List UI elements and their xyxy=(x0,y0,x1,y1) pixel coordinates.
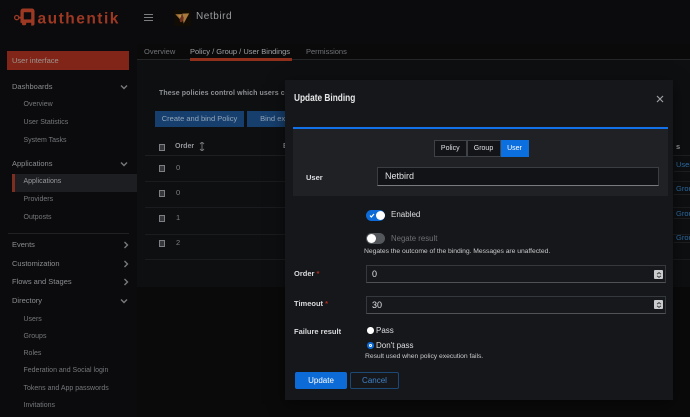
svg-text:authentik: authentik xyxy=(38,11,120,28)
